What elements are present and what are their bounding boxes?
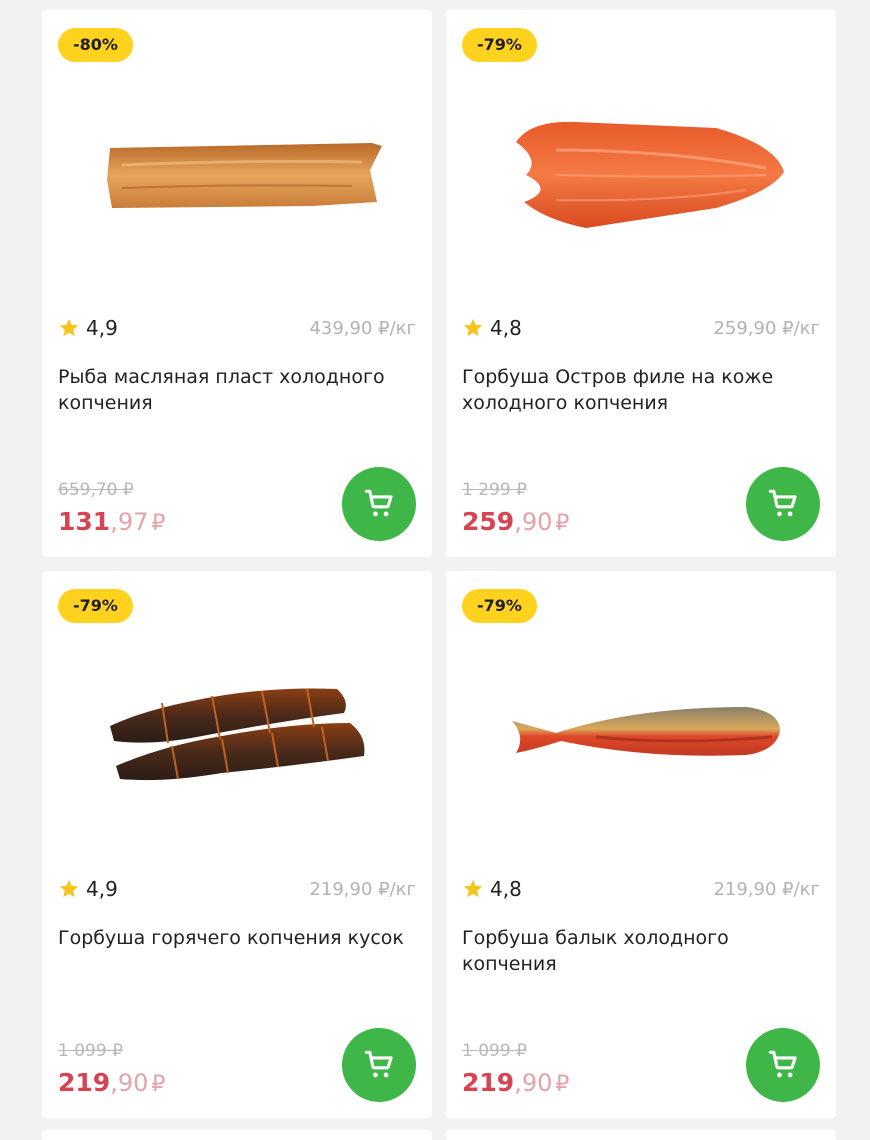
price-fraction: ,90 [514,508,553,536]
star-icon [463,879,483,898]
add-to-cart-button[interactable] [342,1028,416,1102]
rating-value: 4,8 [490,316,522,340]
rating-row: 4,9 439,90 ₽/кг [58,313,416,343]
rating-row: 4,8 219,90 ₽/кг [462,874,820,904]
rating: 4,8 [462,316,522,340]
price-fraction: ,90 [514,1069,553,1097]
current-price: 219,90 ₽ [462,1068,569,1100]
old-price: 659,70 ₽ [58,480,134,500]
product-name[interactable]: Горбуша балык холодного копчения [462,925,816,977]
current-price: 219,90 ₽ [58,1068,165,1100]
currency-sign: ₽ [151,511,166,536]
current-price: 131,97 ₽ [58,507,165,539]
price-fraction: ,90 [110,1069,149,1097]
product-card-partial [42,1130,432,1140]
rating: 4,8 [462,877,522,901]
rating: 4,9 [58,316,118,340]
discount-badge: -79% [58,589,133,623]
product-image-salmon-balyk[interactable] [486,641,806,871]
unit-price: 439,90 ₽/кг [309,317,416,339]
unit-price: 219,90 ₽/кг [309,878,416,900]
discount-badge: -79% [462,589,537,623]
star-icon [59,879,79,898]
product-name[interactable]: Горбуша горячего копчения кусок [58,925,412,951]
old-price: 1 299 ₽ [462,480,527,500]
currency-sign: ₽ [151,1072,166,1097]
cart-icon [768,1050,797,1078]
price-integer: 219 [462,1068,515,1097]
discount-badge: -79% [462,28,537,62]
product-name[interactable]: Горбуша Остров филе на коже холодного ко… [462,364,816,416]
old-price: 1 099 ₽ [58,1041,123,1061]
add-to-cart-button[interactable] [746,467,820,541]
product-card-partial [446,1130,836,1140]
cart-icon [768,489,797,517]
product-grid: -80% 4,9 439,90 ₽/кг Рыба масляная пласт… [42,10,836,1118]
price-integer: 131 [58,507,111,536]
rating-value: 4,8 [490,877,522,901]
product-card[interactable]: -79% 4,9 219,90 ₽/кг Горбуша горячего ко… [42,571,432,1118]
product-image-butterfish-fillet[interactable] [82,80,402,310]
current-price: 259,90 ₽ [462,507,569,539]
product-card[interactable]: -80% 4,9 439,90 ₽/кг Рыба масляная пласт… [42,10,432,557]
currency-sign: ₽ [555,1072,570,1097]
product-name[interactable]: Рыба масляная пласт холодного копчения [58,364,412,416]
product-card[interactable]: -79% 4,8 219,90 ₽/кг Горбуша балык холод… [446,571,836,1118]
next-row-cards-edge [42,1130,836,1140]
price-integer: 259 [462,507,515,536]
product-image-salmon-fillet[interactable] [486,80,806,310]
add-to-cart-button[interactable] [746,1028,820,1102]
old-price: 1 099 ₽ [462,1041,527,1061]
rating-row: 4,9 219,90 ₽/кг [58,874,416,904]
discount-badge: -80% [58,28,133,62]
rating-value: 4,9 [86,316,118,340]
rating-row: 4,8 259,90 ₽/кг [462,313,820,343]
unit-price: 259,90 ₽/кг [713,317,820,339]
currency-sign: ₽ [555,511,570,536]
star-icon [59,318,79,337]
add-to-cart-button[interactable] [342,467,416,541]
product-card[interactable]: -79% 4,8 259,90 ₽/кг Горбуша Остров филе… [446,10,836,557]
price-fraction: ,97 [110,508,149,536]
cart-icon [364,1050,393,1078]
rating: 4,9 [58,877,118,901]
cart-icon [364,489,393,517]
price-integer: 219 [58,1068,111,1097]
rating-value: 4,9 [86,877,118,901]
star-icon [463,318,483,337]
product-image-hot-smoked-salmon[interactable] [82,641,402,871]
unit-price: 219,90 ₽/кг [713,878,820,900]
